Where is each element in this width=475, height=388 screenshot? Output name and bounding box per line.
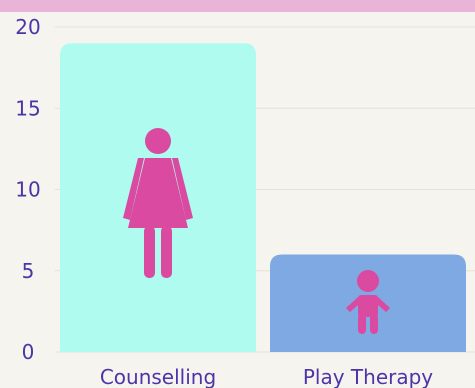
x-axis-ticks: Counselling Play Therapy — [100, 365, 433, 388]
bars — [60, 43, 466, 352]
chart-container: 0 5 10 15 20 Counselling Play Therapy — [0, 0, 475, 388]
y-tick-label: 15 — [15, 96, 40, 120]
top-band — [0, 0, 475, 12]
bar-chart: 0 5 10 15 20 Counselling Play Therapy — [0, 0, 475, 388]
x-tick-label: Play Therapy — [303, 365, 433, 388]
y-tick-label: 5 — [22, 259, 35, 283]
y-tick-label: 10 — [15, 178, 40, 202]
y-tick-label: 20 — [15, 15, 40, 39]
y-axis-ticks: 0 5 10 15 20 — [15, 15, 40, 364]
x-tick-label: Counselling — [100, 365, 216, 388]
y-tick-label: 0 — [22, 340, 35, 364]
